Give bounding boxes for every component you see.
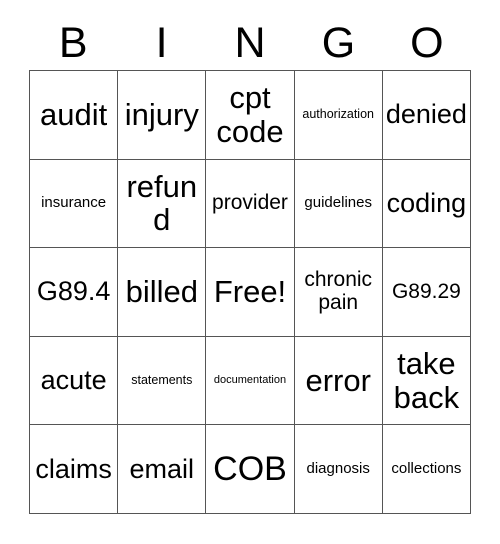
bingo-cell[interactable]: documentation	[206, 336, 295, 426]
bingo-cell-label: collections	[391, 460, 462, 478]
bingo-cell[interactable]: email	[118, 425, 207, 514]
bingo-cell[interactable]: cpt code	[206, 71, 295, 160]
bingo-cell-label: error	[305, 362, 371, 398]
bingo-cell-label: authorization	[302, 107, 374, 122]
bingo-cell[interactable]: injury	[118, 71, 207, 160]
bingo-cell-label: cpt code	[216, 80, 284, 149]
bingo-cell-label: audit	[39, 97, 108, 133]
bingo-card: B I N G O audit injury cpt code authoriz…	[0, 0, 500, 544]
bingo-cell-label: G89.29	[391, 279, 461, 303]
bingo-cell[interactable]: insurance	[30, 159, 119, 249]
bingo-cell[interactable]: take back	[382, 336, 471, 426]
bingo-cell-label: acute	[40, 365, 107, 396]
bingo-cell[interactable]: statements	[118, 336, 207, 426]
header-letter-o: O	[410, 18, 444, 67]
bingo-cell-label: COB	[213, 449, 287, 488]
bingo-cell[interactable]: authorization	[294, 71, 383, 160]
bingo-cell-label: provider	[212, 191, 288, 215]
bingo-cell[interactable]: acute	[30, 336, 119, 426]
bingo-cell[interactable]: G89.4	[30, 248, 119, 337]
bingo-header-row: B I N G O	[29, 16, 471, 70]
bingo-cell[interactable]: claims	[30, 425, 119, 514]
bingo-cell[interactable]: coding	[382, 159, 471, 249]
bingo-cell[interactable]: denied	[382, 71, 471, 160]
bingo-cell-label: claims	[35, 453, 112, 484]
bingo-cell-label: documentation	[213, 373, 287, 386]
bingo-cell-label: billed	[125, 274, 198, 310]
bingo-cell-label: take back	[393, 346, 460, 415]
bingo-cell[interactable]: COB	[206, 425, 295, 514]
bingo-cell-label: insurance	[41, 194, 107, 212]
bingo-cell-label: diagnosis	[306, 460, 370, 478]
bingo-cell-label: refund	[126, 168, 198, 238]
header-letter-i: I	[155, 18, 168, 67]
bingo-cell-label: statements	[131, 372, 193, 387]
bingo-cell-free[interactable]: Free!	[206, 248, 295, 337]
bingo-cell-label: email	[129, 453, 195, 484]
bingo-cell-label: coding	[386, 187, 467, 218]
bingo-cell[interactable]: diagnosis	[294, 425, 383, 514]
header-letter-n: N	[234, 18, 266, 67]
bingo-cell-label: chronic pain	[304, 268, 373, 314]
bingo-cell[interactable]: error	[294, 336, 383, 426]
bingo-cell[interactable]: refund	[118, 159, 207, 249]
bingo-cell[interactable]: billed	[118, 248, 207, 337]
bingo-cell[interactable]: G89.29	[382, 248, 471, 337]
bingo-cell[interactable]: collections	[382, 425, 471, 514]
header-letter-g: G	[321, 18, 356, 67]
bingo-cell-label: guidelines	[304, 194, 372, 212]
bingo-cell[interactable]: chronic pain	[294, 248, 383, 337]
header-letter-b: B	[58, 18, 88, 67]
bingo-cell-label: injury	[124, 97, 199, 133]
bingo-cell-label: Free!	[213, 274, 287, 310]
bingo-cell[interactable]: audit	[30, 71, 119, 160]
bingo-cell-label: denied	[385, 99, 467, 130]
bingo-cell[interactable]: provider	[206, 159, 295, 249]
bingo-cell[interactable]: guidelines	[294, 159, 383, 249]
bingo-grid: audit injury cpt code authorization deni…	[29, 70, 471, 514]
bingo-cell-label: G89.4	[36, 276, 111, 307]
